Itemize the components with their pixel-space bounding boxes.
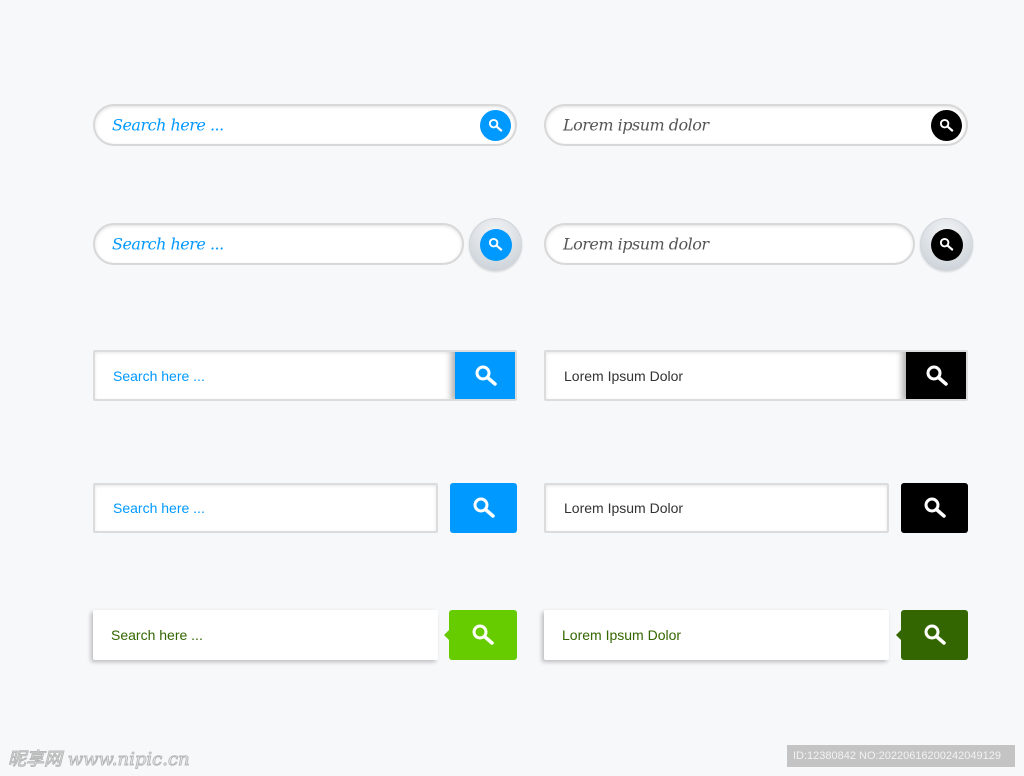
search-button[interactable] [896,610,968,660]
search-button[interactable] [901,483,968,533]
search-input[interactable]: Lorem ipsum dolor [563,116,709,135]
search-input[interactable]: Search here ... [113,368,205,384]
search-button[interactable] [906,352,966,399]
search-bar-blue-detached[interactable]: Search here ... [93,483,438,533]
search-input[interactable]: Search here ... [113,500,205,516]
search-button[interactable] [480,110,511,141]
search-button[interactable] [469,218,522,271]
search-bar-black-pill-detached[interactable]: Lorem ipsum dolor [544,223,915,265]
watermark-id: ID:12380842 NO:20220616200242049129 [787,745,1015,767]
search-icon [923,496,947,520]
search-input[interactable]: Lorem Ipsum Dolor [564,500,683,516]
pointer-tip [896,630,901,640]
search-icon [471,623,495,647]
search-icon [474,364,498,388]
search-bar-black-detached[interactable]: Lorem Ipsum Dolor [544,483,889,533]
search-icon [925,364,949,388]
search-bar-black-attached[interactable]: Lorem Ipsum Dolor [544,350,968,401]
search-icon [923,623,947,647]
search-icon [939,118,954,133]
search-bar-black-pill[interactable]: Lorem ipsum dolor [544,104,968,146]
search-bar-dark-green[interactable]: Lorem Ipsum Dolor [544,610,889,660]
search-bar-blue-pill-detached[interactable]: Search here ... [93,223,464,265]
search-bar-green[interactable]: Search here ... [93,610,438,660]
search-input[interactable]: Lorem ipsum dolor [563,235,709,254]
search-input[interactable]: Lorem Ipsum Dolor [562,627,681,643]
search-button[interactable] [455,352,515,399]
search-icon [488,118,503,133]
search-bar-blue-attached[interactable]: Search here ... [93,350,517,401]
search-input[interactable]: Search here ... [112,235,224,254]
search-input[interactable]: Lorem Ipsum Dolor [564,368,683,384]
search-input[interactable]: Search here ... [112,116,224,135]
search-icon [472,496,496,520]
search-input[interactable]: Search here ... [111,627,203,643]
search-bar-blue-pill[interactable]: Search here ... [93,104,517,146]
search-button[interactable] [444,610,517,660]
search-icon [488,237,503,252]
watermark-logo: 昵享网 www.nipic.cn [8,749,191,771]
search-icon [939,237,954,252]
search-button[interactable] [920,218,973,271]
search-button[interactable] [450,483,517,533]
search-button[interactable] [931,110,962,141]
pointer-tip [444,630,449,640]
